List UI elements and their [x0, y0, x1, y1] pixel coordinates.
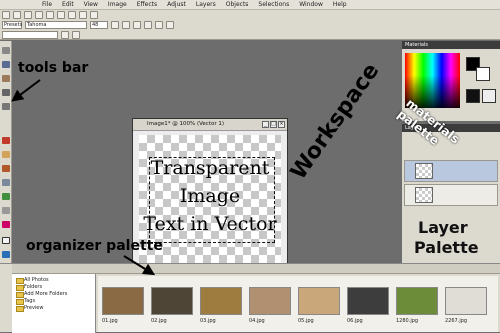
- organizer-arrow: [123, 255, 156, 276]
- annotation-arrows: [11, 79, 156, 276]
- tools-bar-arrow: [11, 79, 41, 102]
